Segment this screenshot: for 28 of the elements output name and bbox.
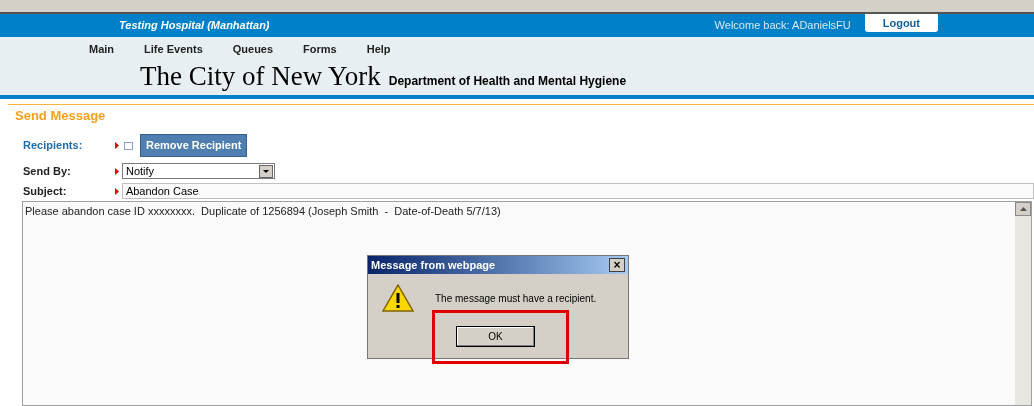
hospital-name: Testing Hospital (Manhattan) — [119, 18, 270, 34]
close-button[interactable]: × — [609, 258, 625, 272]
welcome-text: Welcome back: ADanielsFU — [714, 18, 851, 34]
nav-link[interactable]: Queues — [232, 41, 274, 58]
nav-link[interactable]: Forms — [303, 41, 337, 58]
subject-field[interactable]: Abandon Case — [121, 183, 1034, 199]
remove-recipient-button[interactable]: Remove Recipient — [140, 134, 248, 157]
recipients-label: Recipients: — [23, 138, 84, 154]
subject-label: Subject: — [23, 183, 68, 199]
scrollbar[interactable] — [1015, 201, 1031, 405]
banner-subtitle: Department of Health and Mental Hygiene — [388, 72, 627, 90]
required-marker-icon — [114, 187, 119, 195]
dialog-message: The message must have a recipient. — [435, 291, 597, 306]
send-by-label: Send By: — [23, 163, 72, 179]
required-marker-icon — [115, 142, 119, 149]
nav-link[interactable]: Help — [366, 41, 391, 58]
dialog-title: Message from webpage — [371, 257, 497, 273]
warning-icon — [382, 284, 414, 312]
nav-link[interactable]: Main — [89, 41, 115, 58]
send-by-dropdown[interactable]: Notify — [122, 163, 275, 179]
page-heading: Send Message — [15, 107, 107, 125]
required-marker-icon — [115, 167, 119, 175]
logout-button[interactable]: Logout — [864, 14, 938, 32]
ok-button[interactable]: OK — [456, 326, 535, 347]
banner-title: The City of New York — [140, 59, 381, 92]
nav-link[interactable]: Life Events — [144, 41, 203, 58]
scroll-up-icon — [1019, 206, 1027, 211]
recipient-checkbox[interactable] — [124, 141, 133, 150]
